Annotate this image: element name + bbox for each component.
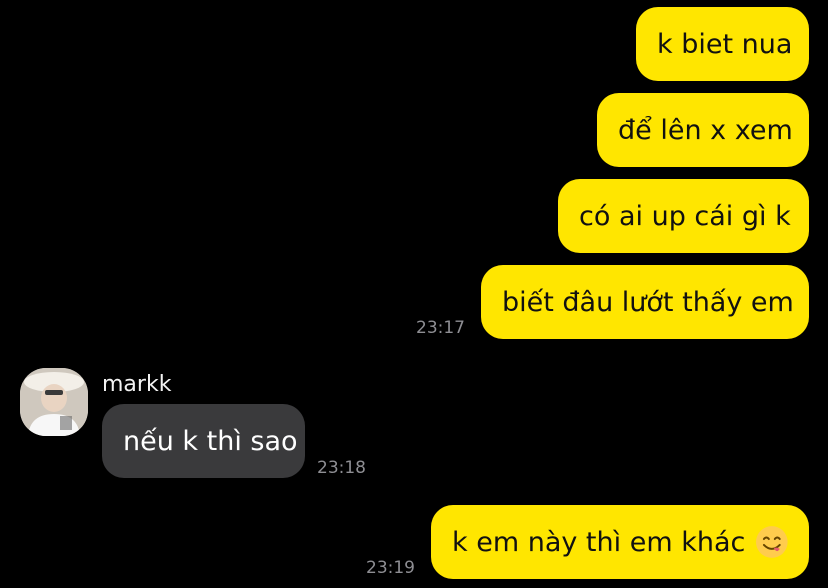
chat-thread: k biet nua để lên x xem có ai up cái gì … xyxy=(0,0,828,588)
message-bubble-outgoing[interactable]: biết đâu lướt thấy em xyxy=(481,265,809,339)
message-bubble-outgoing[interactable]: để lên x xem xyxy=(597,93,809,167)
message-text: biết đâu lướt thấy em xyxy=(502,286,794,318)
message-bubble-outgoing[interactable]: k biet nua xyxy=(636,7,809,81)
avatar[interactable] xyxy=(20,368,88,436)
message-bubble-incoming[interactable]: nếu k thì sao xyxy=(102,404,305,478)
message-text: k em này thì em khác xyxy=(452,526,746,558)
message-text: k biet nua xyxy=(657,28,793,60)
message-timestamp: 23:17 xyxy=(416,318,465,338)
face-savoring-food-icon xyxy=(756,526,789,558)
message-timestamp: 23:18 xyxy=(317,458,366,478)
message-text: nếu k thì sao xyxy=(123,425,298,457)
message-text: để lên x xem xyxy=(618,114,793,146)
message-bubble-outgoing[interactable]: k em này thì em khác xyxy=(431,505,809,579)
message-bubble-outgoing[interactable]: có ai up cái gì k xyxy=(558,179,809,253)
sender-name: markk xyxy=(102,372,172,397)
message-timestamp: 23:19 xyxy=(366,558,415,578)
avatar-photo-icon xyxy=(20,368,88,436)
message-text: có ai up cái gì k xyxy=(579,200,791,232)
